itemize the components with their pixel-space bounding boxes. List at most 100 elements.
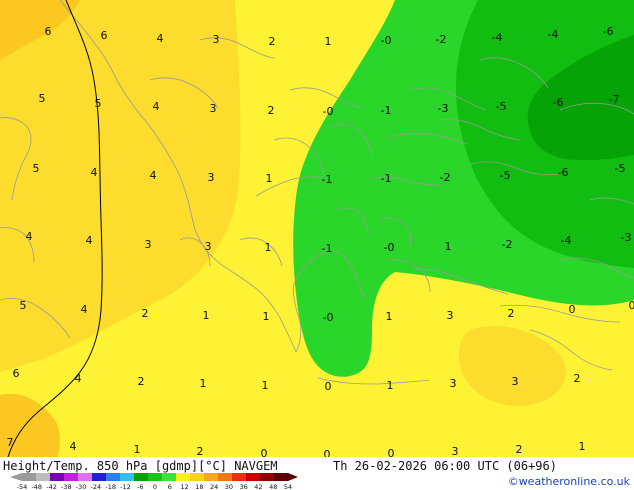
temperature-label: -7: [609, 93, 620, 106]
temperature-label: -6: [558, 166, 569, 179]
temperature-label: 5: [95, 97, 102, 110]
color-scale-swatch: [162, 473, 177, 481]
scale-arrow-left: [10, 473, 22, 481]
temperature-label: -2: [436, 33, 447, 46]
temperature-label: 3: [213, 33, 220, 46]
color-scale-tick: -12: [120, 483, 131, 490]
temperature-label: -1: [381, 172, 392, 185]
temperature-label: 3: [512, 375, 519, 388]
temperature-label: 7: [7, 436, 14, 449]
temperature-label: 4: [91, 166, 98, 179]
temperature-label: 3: [208, 171, 215, 184]
temperature-label: 4: [157, 32, 164, 45]
color-scale-swatch: [78, 473, 93, 481]
temperature-label: 3: [447, 309, 454, 322]
temperature-label: 1: [200, 377, 207, 390]
color-scale-swatch: [50, 473, 65, 481]
color-scale-tick: -42: [46, 483, 57, 490]
color-scale-tick: 18: [195, 483, 203, 490]
temperature-label: -4: [492, 31, 503, 44]
temperature-label: 0: [388, 447, 395, 457]
color-scale-ticks: -54 -48 -42 -38 -30 -24 -18 -12 -6 0 6 12 18 24 30 36 42…: [17, 483, 292, 490]
temperature-label: -1: [322, 242, 333, 255]
temperature-label: 1: [203, 309, 210, 322]
temperature-label: 2: [197, 445, 204, 457]
temperature-label: 2: [516, 443, 523, 456]
temperature-label: -0: [323, 105, 334, 118]
temperature-label: 0: [569, 303, 576, 316]
color-scale-tick: 36: [240, 483, 248, 490]
color-scale-tick: 54: [284, 483, 292, 490]
temperature-label: 6: [101, 29, 108, 42]
valid-time: Th 26-02-2026 06:00 UTC (06+96): [333, 459, 557, 473]
temperature-label: -2: [440, 171, 451, 184]
color-scale-tick: 0: [153, 483, 157, 490]
temperature-label: 4: [75, 372, 82, 385]
color-scale-swatch: [218, 473, 233, 481]
color-scale-tick: 24: [210, 483, 218, 490]
temperature-label: 2: [268, 104, 275, 117]
scale-arrow-right: [288, 473, 298, 481]
temperature-label: 6: [13, 367, 20, 380]
temperature-label: 1: [325, 35, 332, 48]
temperature-label: 1: [266, 172, 273, 185]
temperature-label: -5: [500, 169, 511, 182]
temperature-label: 3: [145, 238, 152, 251]
temperature-label: 4: [86, 234, 93, 247]
color-scale-tick: -54: [17, 483, 28, 490]
temperature-label: -0: [323, 311, 334, 324]
temperature-label: -2: [502, 238, 513, 251]
temperature-label: 2: [508, 307, 515, 320]
temperature-label: -1: [322, 173, 333, 186]
temperature-label: 3: [210, 102, 217, 115]
color-scale-tick: 6: [168, 483, 172, 490]
temperature-label: 4: [150, 169, 157, 182]
color-scale-tick: 12: [180, 483, 188, 490]
temperature-label: 0: [261, 447, 268, 457]
temperature-label: 3: [450, 377, 457, 390]
temperature-label: 1: [445, 240, 452, 253]
temperature-label: 4: [26, 230, 33, 243]
color-scale-swatch: [92, 473, 107, 481]
color-scale-tick: -48: [31, 483, 42, 490]
color-scale-tick: 42: [254, 483, 262, 490]
color-scale-swatches: [10, 473, 298, 481]
temperature-label: 1: [386, 310, 393, 323]
temperature-label: 2: [138, 375, 145, 388]
color-scale-swatch: [176, 473, 191, 481]
temperature-label: -6: [553, 96, 564, 109]
temperature-label: 1: [134, 443, 141, 456]
color-scale-swatch: [148, 473, 163, 481]
temperature-label: -3: [621, 231, 632, 244]
color-scale-tick: -18: [105, 483, 116, 490]
temperature-label: 4: [153, 100, 160, 113]
color-scale-tick: -24: [91, 483, 102, 490]
temperature-label: 0: [325, 380, 332, 393]
temperature-label: -3: [438, 102, 449, 115]
color-scale-swatch: [134, 473, 149, 481]
temperature-label: 4: [70, 440, 77, 453]
credit-link[interactable]: ©weatheronline.co.uk: [508, 475, 630, 488]
temperature-label: 5: [20, 299, 27, 312]
color-scale-tick: 48: [269, 483, 277, 490]
temperature-label: 1: [262, 379, 269, 392]
temperature-label: 0: [629, 299, 634, 312]
color-scale-swatch: [64, 473, 79, 481]
temperature-label: 3: [205, 240, 212, 253]
color-scale-swatch: [204, 473, 219, 481]
temperature-label: 1: [263, 310, 270, 323]
color-scale-tick: -30: [76, 483, 87, 490]
temperature-label: -4: [548, 28, 559, 41]
temperature-label: 2: [574, 372, 581, 385]
temperature-label: 4: [81, 303, 88, 316]
temperature-label: 1: [387, 379, 394, 392]
color-scale-swatch: [232, 473, 247, 481]
temperature-map: 6 6 4 3 2 1 -0 -2 -4 -4 -6 5 5 4 3 2 -0 -1 -3 -5 -6 -7 5 4 4 3 1 -1…: [0, 0, 634, 457]
color-scale-swatch: [22, 473, 37, 481]
temperature-label: 1: [579, 440, 586, 453]
color-scale-swatch: [36, 473, 51, 481]
temperature-label: -5: [496, 100, 507, 113]
temperature-label: -1: [381, 104, 392, 117]
temperature-label: -5: [615, 162, 626, 175]
color-scale-swatch: [246, 473, 261, 481]
